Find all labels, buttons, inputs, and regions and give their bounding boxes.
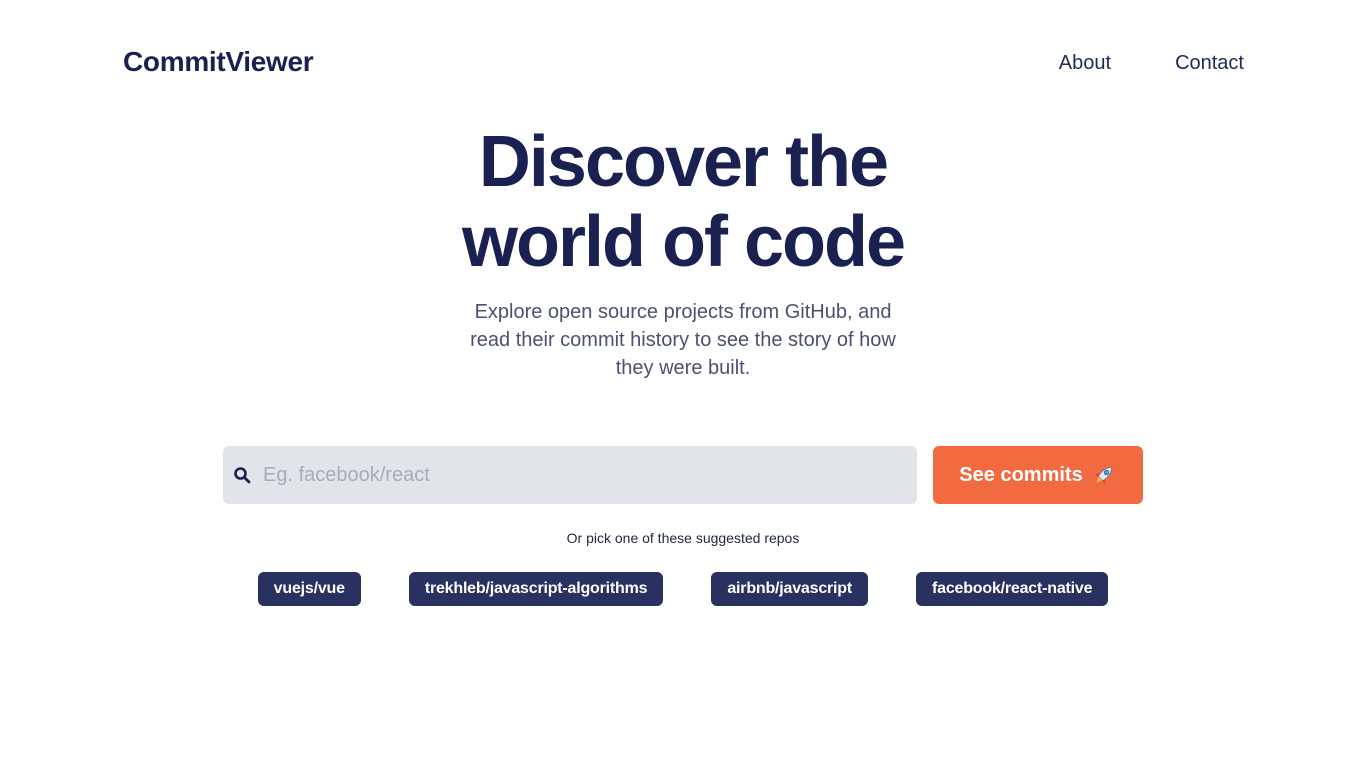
suggested-repos-list: vuejs/vue trekhleb/javascript-algorithms… [0,572,1366,606]
hero-title: Discover the world of code [0,122,1366,282]
search-box[interactable] [223,446,917,504]
repo-chip-airbnb-javascript[interactable]: airbnb/javascript [711,572,868,606]
search-icon [233,466,251,484]
repo-chip-react-native[interactable]: facebook/react-native [916,572,1109,606]
see-commits-button[interactable]: See commits [933,446,1143,504]
nav-contact-link[interactable]: Contact [1175,52,1244,75]
nav-about-link[interactable]: About [1059,52,1111,75]
top-nav: About Contact [1059,52,1244,75]
suggested-repos-label: Or pick one of these suggested repos [566,530,800,546]
rocket-icon [1091,462,1117,488]
see-commits-label: See commits [959,463,1083,486]
hero-title-line-2: world of code [462,202,906,282]
page: CommitViewer About Contact Discover the … [0,0,1366,768]
logo-link[interactable]: CommitViewer [123,46,314,78]
hero-subtitle: Explore open source projects from GitHub… [470,301,896,379]
repo-chip-javascript-algorithms[interactable]: trekhleb/javascript-algorithms [408,572,664,606]
hero-title-line-1: Discover the [478,122,889,202]
repo-search-input[interactable] [261,454,885,496]
repo-chip-vuejs-vue[interactable]: vuejs/vue [257,572,361,606]
